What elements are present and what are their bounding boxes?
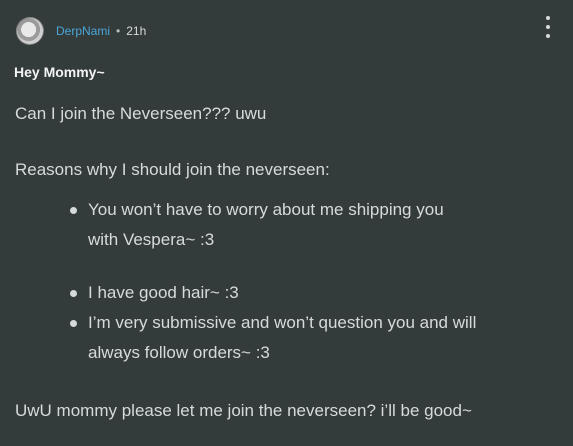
- post-paragraph: Reasons why I should join the neverseen:: [15, 160, 330, 179]
- list-item-text-continuation: always follow orders~ :3: [88, 343, 270, 362]
- avatar[interactable]: [16, 17, 44, 45]
- author-name[interactable]: DerpNami: [56, 24, 110, 38]
- post-title: Hey Mommy~: [14, 64, 105, 80]
- menu-dot: [546, 16, 550, 20]
- list-item-text-continuation: with Vespera~ :3: [88, 230, 215, 249]
- list-item-text: I’m very submissive and won’t question y…: [88, 313, 477, 332]
- post-card: DerpNami • 21h Hey Mommy~ Can I join the…: [0, 0, 573, 446]
- list-item: I’m very submissive and won’t question y…: [68, 308, 476, 368]
- post-paragraph: Can I join the Neverseen??? uwu: [15, 104, 267, 123]
- list-item: I have good hair~ :3: [68, 278, 476, 308]
- post-paragraph: UwU mommy please let me join the neverse…: [15, 401, 472, 420]
- list-item-text: I have good hair~ :3: [88, 283, 239, 302]
- menu-dot: [546, 34, 550, 38]
- list-item-text: You won’t have to worry about me shippin…: [88, 200, 444, 219]
- reason-list: I have good hair~ :3 I’m very submissive…: [68, 278, 476, 368]
- more-vertical-icon[interactable]: [541, 16, 555, 38]
- menu-dot: [546, 25, 550, 29]
- reason-list: You won’t have to worry about me shippin…: [68, 195, 444, 255]
- post-header: DerpNami • 21h: [16, 16, 146, 46]
- post-time: 21h: [126, 24, 147, 38]
- list-item: You won’t have to worry about me shippin…: [68, 195, 444, 255]
- separator-dot: •: [116, 24, 121, 38]
